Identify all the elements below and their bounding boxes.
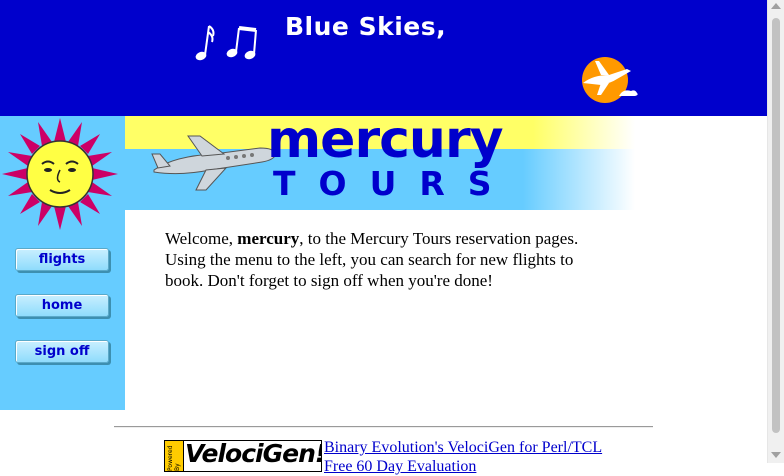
sun-face-icon — [2, 118, 118, 230]
welcome-message: Welcome, mercury, to the Mercury Tours r… — [165, 228, 585, 291]
home-button[interactable]: home — [15, 294, 109, 317]
logo-word-tours: TOURS — [273, 164, 515, 203]
banner-title: Blue Skies, — [285, 12, 447, 41]
velocigen-link-line2[interactable]: Free 60 Day Evaluation — [324, 458, 476, 475]
welcome-username: mercury — [237, 229, 300, 248]
velocigen-badge-side: Powered By — [165, 441, 184, 471]
scroll-down-arrow-icon[interactable] — [771, 452, 781, 458]
velocigen-link[interactable]: Binary Evolution's VelociGen for Perl/TC… — [324, 438, 602, 476]
sun-airplane-icon — [582, 57, 638, 103]
top-banner: Blue Skies, — [0, 0, 767, 116]
welcome-prefix: Welcome, — [165, 229, 238, 248]
footer-divider — [114, 426, 653, 428]
sign-off-button[interactable]: sign off — [15, 340, 109, 363]
scroll-thumb[interactable] — [772, 18, 780, 433]
velocigen-badge[interactable]: Powered By VelociGen! — [164, 440, 322, 472]
velocigen-link-line1[interactable]: Binary Evolution's VelociGen for Perl/TC… — [324, 439, 602, 456]
scroll-up-arrow-icon[interactable] — [771, 3, 781, 9]
airplane-icon — [151, 135, 277, 191]
mercury-tours-logo: mercury TOURS — [125, 110, 635, 210]
flights-button[interactable]: flights — [15, 248, 109, 271]
music-notes-icon — [195, 25, 257, 61]
velocigen-badge-text: VelociGen! — [185, 440, 322, 468]
velocigen-badge-side-text: Powered By — [167, 445, 181, 471]
logo-word-mercury: mercury — [267, 110, 503, 170]
vertical-scrollbar[interactable] — [767, 0, 784, 463]
